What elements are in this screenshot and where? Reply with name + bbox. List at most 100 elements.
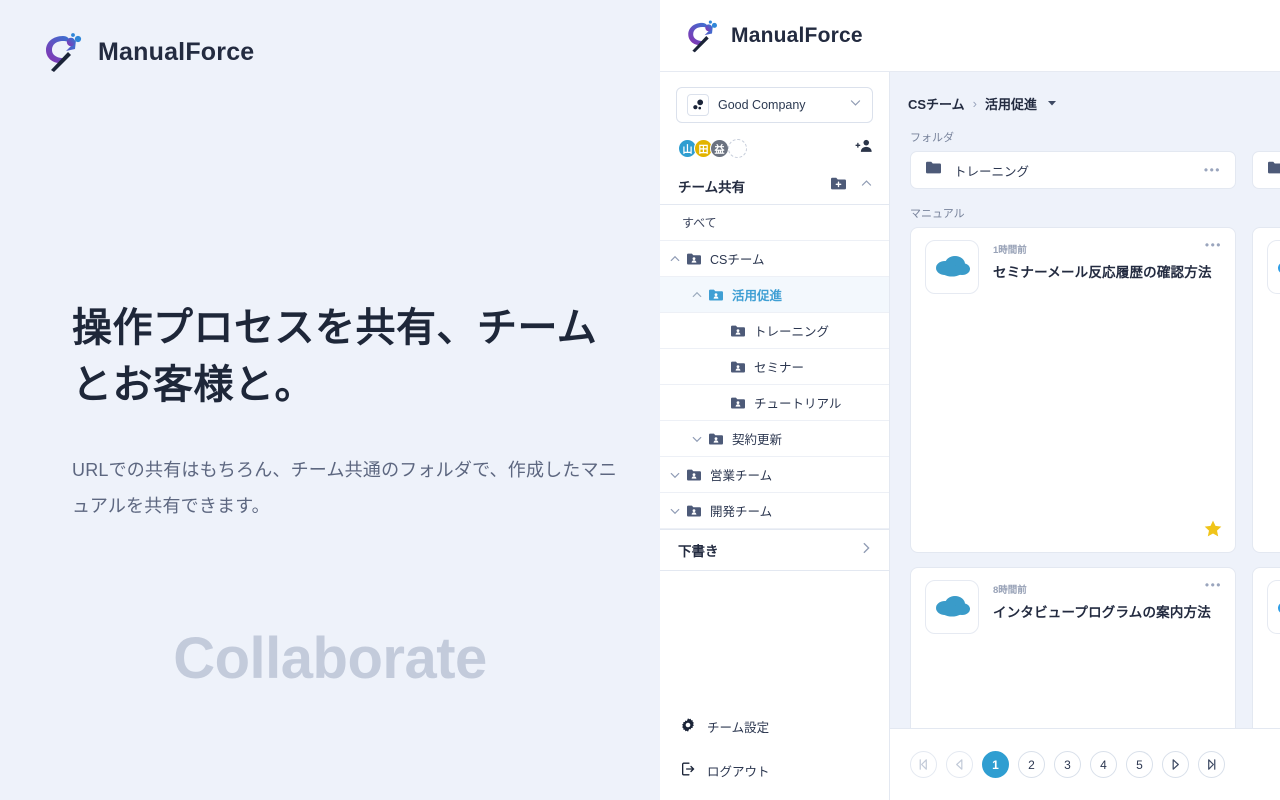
manual-title: セミナーメール反応履歴の確認方法 xyxy=(993,265,1212,280)
manual-grid: 1時間前 セミナーメール反応履歴の確認方法 ••• 8時間前 インタビュープログ… xyxy=(890,227,1280,800)
add-user-icon[interactable] xyxy=(855,137,873,160)
marketing-subcopy: URLでの共有はもちろん、チーム共通のフォルダで、作成したマニュアルを共有できま… xyxy=(72,460,617,516)
page-button-5[interactable]: 5 xyxy=(1126,751,1153,778)
more-options-icon[interactable]: ••• xyxy=(1205,238,1222,252)
org-logo-icon xyxy=(687,94,709,116)
tree-item-training[interactable]: トレーニング xyxy=(660,313,889,349)
tree-item-all[interactable]: すべて xyxy=(660,205,889,241)
folder-card[interactable]: ••• xyxy=(1252,151,1280,189)
tree-item-label: 活用促進 xyxy=(732,289,783,303)
cloud-thumbnail-icon xyxy=(925,240,979,294)
more-options-icon[interactable]: ••• xyxy=(1204,164,1221,176)
tree-item-label: セミナー xyxy=(754,361,805,375)
tree-item-katsuyo-sokushin[interactable]: 活用促進 xyxy=(660,277,889,313)
avatar-group: 山 田 益 xyxy=(678,139,747,158)
manual-section-label: マニュアル xyxy=(910,208,965,220)
app-screenshot-pane: ManualForce Good Company 山 田 益 チーム共有 すべて… xyxy=(660,0,1280,800)
folder-tree: すべて CSチーム 活用促進 トレーニング セミナー チュートリアル 契約更新 … xyxy=(660,205,889,529)
chevron-down-icon[interactable] xyxy=(664,505,686,517)
chevron-down-icon[interactable] xyxy=(686,433,708,445)
chevron-up-icon[interactable] xyxy=(664,253,686,265)
tree-item-label: すべて xyxy=(682,216,717,230)
folder-section-label: フォルダ xyxy=(910,132,954,144)
sidebar-item-logout[interactable]: ログアウト xyxy=(660,748,890,792)
last-page-icon[interactable] xyxy=(1198,751,1225,778)
chevron-right-icon: › xyxy=(972,96,978,111)
tree-item-sales-team[interactable]: 営業チーム xyxy=(660,457,889,493)
sidebar-item-team-settings[interactable]: チーム設定 xyxy=(660,704,890,748)
tree-item-label: チュートリアル xyxy=(754,397,842,411)
manual-title: インタビュープログラムの案内方法 xyxy=(993,605,1211,620)
content-area: CSチーム › 活用促進 フォルダ トレーニング ••• マニュアル 1時間前 … xyxy=(890,72,1280,800)
page-button-3[interactable]: 3 xyxy=(1054,751,1081,778)
team-settings-label: チーム設定 xyxy=(707,720,770,735)
cloud-thumbnail-icon xyxy=(925,580,979,634)
tree-item-label: トレーニング xyxy=(754,325,830,339)
more-options-icon[interactable]: ••• xyxy=(1205,578,1222,592)
shared-folder-icon xyxy=(686,252,702,266)
prev-page-icon[interactable] xyxy=(946,751,973,778)
manual-column-1: 1時間前 セミナーメール反応履歴の確認方法 ••• 8時間前 インタビュープログ… xyxy=(910,227,1236,800)
folder-icon xyxy=(925,160,942,180)
tree-item-seminar[interactable]: セミナー xyxy=(660,349,889,385)
first-page-icon[interactable] xyxy=(910,751,937,778)
marketing-watermark: Collaborate xyxy=(173,626,487,691)
tree-item-cs-team[interactable]: CSチーム xyxy=(660,241,889,277)
app-header: ManualForce xyxy=(660,0,1280,72)
tree-item-dev-team[interactable]: 開発チーム xyxy=(660,493,889,529)
next-page-icon[interactable] xyxy=(1162,751,1189,778)
shared-folder-icon xyxy=(686,504,702,518)
manual-card[interactable]: 1時間前 セミナーメール反応履歴の確認方法 ••• xyxy=(910,227,1236,553)
app-body: Good Company 山 田 益 チーム共有 すべて CSチーム 活用促進 … xyxy=(660,72,1280,800)
breadcrumb: CSチーム › 活用促進 xyxy=(890,72,1280,113)
folder-card[interactable]: トレーニング ••• xyxy=(910,151,1236,189)
team-share-header: チーム共有 xyxy=(660,167,889,205)
cloud-thumbnail-icon xyxy=(1267,240,1280,294)
avatar[interactable]: 益 xyxy=(710,139,729,158)
chevron-up-icon[interactable] xyxy=(686,289,708,301)
manual-timestamp: 8時間前 xyxy=(993,585,1027,596)
drafts-label: 下書き xyxy=(678,544,719,559)
shared-folder-icon xyxy=(708,432,724,446)
manual-column-2 xyxy=(1252,227,1280,800)
breadcrumb-current[interactable]: 活用促進 xyxy=(985,94,1037,113)
marketing-pane: ManualForce 操作プロセスを共有、チームとお客様と。 URLでの共有は… xyxy=(0,0,660,800)
pagination: 1 2 3 4 5 xyxy=(890,728,1280,800)
tree-item-label: 開発チーム xyxy=(710,505,773,519)
chevron-down-icon xyxy=(849,96,862,114)
page-button-2[interactable]: 2 xyxy=(1018,751,1045,778)
avatar-placeholder[interactable] xyxy=(728,139,747,158)
tree-item-keiyaku-koushin[interactable]: 契約更新 xyxy=(660,421,889,457)
tree-item-tutorial[interactable]: チュートリアル xyxy=(660,385,889,421)
chevron-right-icon xyxy=(859,541,873,560)
page-button-4[interactable]: 4 xyxy=(1090,751,1117,778)
add-folder-icon[interactable] xyxy=(830,176,847,196)
folder-name: トレーニング xyxy=(954,164,1030,179)
folder-icon xyxy=(1267,160,1280,180)
page-button-1[interactable]: 1 xyxy=(982,751,1009,778)
logout-icon xyxy=(680,761,696,780)
org-name: Good Company xyxy=(718,98,806,112)
marketing-headline: 操作プロセスを共有、チームとお客様と。 xyxy=(72,306,598,407)
sidebar: Good Company 山 田 益 チーム共有 すべて CSチーム 活用促進 … xyxy=(660,72,890,800)
manualforce-logo-icon xyxy=(46,33,82,72)
chevron-down-icon[interactable] xyxy=(664,469,686,481)
shared-folder-icon xyxy=(708,288,724,302)
chevron-up-icon[interactable] xyxy=(860,177,873,195)
star-icon-filled[interactable] xyxy=(1203,519,1223,544)
logout-label: ログアウト xyxy=(707,764,770,779)
tree-item-label: 契約更新 xyxy=(732,433,783,447)
org-selector[interactable]: Good Company xyxy=(676,87,873,123)
member-row: 山 田 益 xyxy=(660,123,889,165)
gear-icon xyxy=(680,717,696,736)
shared-folder-icon xyxy=(730,396,746,410)
sidebar-item-drafts[interactable]: 下書き xyxy=(660,529,889,571)
manual-card[interactable] xyxy=(1252,227,1280,553)
folder-grid: トレーニング ••• ••• xyxy=(890,151,1280,189)
breadcrumb-root[interactable]: CSチーム xyxy=(908,94,965,113)
tree-item-label: 営業チーム xyxy=(710,469,773,483)
brand-name: ManualForce xyxy=(98,37,255,66)
shared-folder-icon xyxy=(730,360,746,374)
caret-down-icon[interactable] xyxy=(1047,98,1057,110)
sidebar-bottom: チーム設定 ログアウト xyxy=(660,704,890,792)
